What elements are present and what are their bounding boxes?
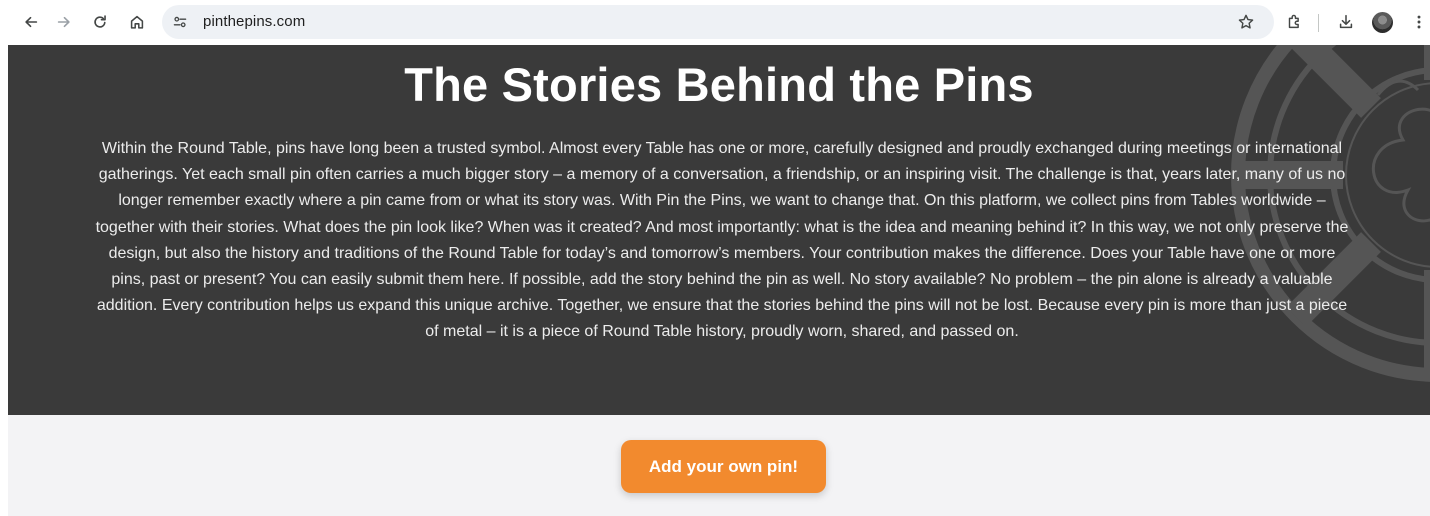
toolbar-divider: [1318, 14, 1319, 32]
avatar[interactable]: [1372, 12, 1393, 33]
download-icon[interactable]: [1335, 11, 1357, 33]
reload-icon[interactable]: [89, 11, 111, 33]
kebab-menu-icon[interactable]: [1408, 11, 1430, 33]
hero-section: The Stories Behind the Pins Within the R…: [8, 45, 1430, 415]
address-bar[interactable]: pinthepins.com: [162, 5, 1274, 39]
puzzle-icon[interactable]: [1283, 11, 1305, 33]
page-title: The Stories Behind the Pins: [404, 58, 1034, 111]
arrow-right-icon[interactable]: [53, 11, 75, 33]
star-icon[interactable]: [1236, 12, 1256, 32]
arrow-left-icon[interactable]: [20, 11, 42, 33]
intro-paragraph: Within the Round Table, pins have long b…: [95, 140, 1349, 341]
url-text[interactable]: pinthepins.com: [203, 13, 305, 30]
home-icon[interactable]: [126, 11, 148, 33]
cta-section: Add your own pin!: [8, 415, 1430, 516]
tune-icon[interactable]: [170, 12, 190, 32]
add-pin-button[interactable]: Add your own pin!: [621, 440, 826, 493]
browser-toolbar: pinthepins.com: [0, 0, 1430, 45]
